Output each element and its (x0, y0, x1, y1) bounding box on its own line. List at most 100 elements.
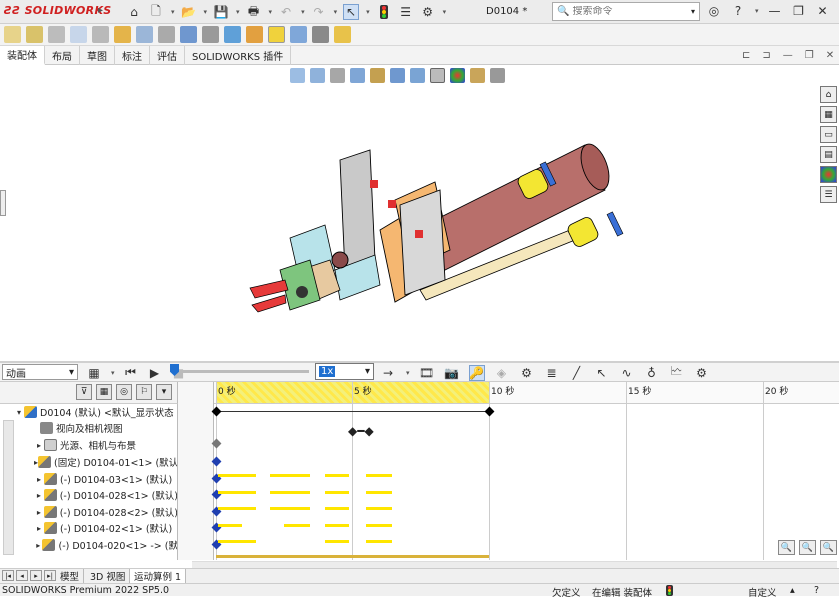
home-icon[interactable]: ⌂ (126, 4, 142, 20)
reference-geometry-icon[interactable] (202, 26, 219, 43)
tab-motion-study[interactable]: 运动算例 1 (130, 569, 187, 583)
units-dropdown-icon[interactable]: ▴ (790, 585, 795, 596)
expand-arrow-icon[interactable]: ▾ (14, 408, 24, 417)
filter-driving-icon[interactable]: ▦ (96, 384, 112, 400)
status-units[interactable]: 自定义 (748, 585, 777, 599)
print-icon[interactable]: 🖶 (246, 4, 262, 20)
save-dropdown-icon[interactable]: ▾ (236, 8, 240, 16)
new-motion-study-icon[interactable] (224, 26, 241, 43)
tab-layout[interactable]: 布局 (45, 46, 80, 65)
change-bar[interactable] (325, 474, 349, 477)
motor-icon[interactable]: ⚙ (519, 365, 535, 381)
appearances-icon[interactable] (820, 166, 837, 183)
force-icon[interactable]: ↖ (594, 365, 610, 381)
study-type-select[interactable]: 动画 ▾ (2, 364, 78, 380)
dynamic-annotation-icon[interactable] (370, 68, 385, 83)
doc-minimize-icon[interactable]: — (783, 50, 793, 61)
edit-appearance-icon[interactable] (450, 68, 465, 83)
edit-component-icon[interactable] (4, 26, 21, 43)
change-bar[interactable] (366, 524, 392, 527)
expand-arrow-icon[interactable]: ▸ (34, 441, 44, 450)
update-speedpak-icon[interactable] (312, 26, 329, 43)
change-bar[interactable] (218, 507, 256, 510)
change-bar[interactable] (325, 524, 349, 527)
tab-3d-views[interactable]: 3D 视图 (86, 569, 131, 583)
save-animation-icon[interactable]: 🎞 (419, 365, 435, 381)
gravity-icon[interactable]: ♁ (644, 365, 660, 381)
save-icon[interactable]: 💾 (213, 4, 229, 20)
doc-restore-icon[interactable]: ❐ (805, 50, 814, 61)
doc-close-icon[interactable]: ✕ (826, 50, 834, 61)
expand-arrow-icon[interactable]: ▸ (34, 475, 44, 484)
search-input[interactable] (572, 6, 683, 17)
change-bar[interactable] (218, 524, 242, 527)
contact-icon[interactable]: ∿ (619, 365, 635, 381)
insert-component-icon[interactable] (26, 26, 43, 43)
filter-arrow-icon[interactable]: ▾ (156, 384, 172, 400)
instant3d-icon[interactable] (290, 26, 307, 43)
section-view-icon[interactable] (350, 68, 365, 83)
apply-scene-icon[interactable] (470, 68, 485, 83)
redo-dropdown-icon[interactable]: ▾ (334, 8, 338, 16)
spring-icon[interactable]: ≣ (544, 365, 560, 381)
play-from-start-icon[interactable]: ⏮ (123, 365, 139, 381)
solidworks-logo[interactable]: ƧƧ SOLIDWORKS (4, 4, 112, 17)
filter-results-icon[interactable]: ⚐ (136, 384, 152, 400)
time-cursor-handle-icon[interactable]: ◆━◆ (348, 424, 374, 438)
change-bar[interactable] (218, 491, 256, 494)
expand-arrow-icon[interactable]: ▸ (34, 524, 44, 533)
tree-row-part[interactable]: ▸ (-) D0104-020<1> -> (默 (0, 537, 177, 553)
playback-mode-dropdown-icon[interactable]: ▾ (406, 369, 410, 377)
component-preview-icon[interactable] (70, 26, 87, 43)
show-hidden-icon[interactable] (158, 26, 175, 43)
tree-row-part[interactable]: ▸ (固定) D0104-01<1> (默认) (0, 454, 177, 470)
expand-arrow-icon[interactable]: ▸ (34, 541, 42, 550)
change-bar[interactable] (366, 507, 392, 510)
hide-show-items-icon[interactable] (430, 68, 445, 83)
exploded-view-icon[interactable] (268, 26, 285, 43)
bill-of-materials-icon[interactable] (246, 26, 263, 43)
feature-manager-collapse-handle[interactable] (0, 190, 6, 216)
assembly-3d-model[interactable] (240, 120, 660, 330)
select-dropdown-icon[interactable]: ▾ (366, 8, 370, 16)
smart-fasteners-icon[interactable] (114, 26, 131, 43)
redo-icon[interactable]: ↷ (311, 4, 327, 20)
linear-pattern-icon[interactable] (92, 26, 109, 43)
motion-study-properties-icon[interactable]: ⚙ (694, 365, 710, 381)
file-properties-icon[interactable]: ☰ (398, 4, 414, 20)
change-bar[interactable] (218, 474, 256, 477)
damper-icon[interactable]: ╱ (569, 365, 585, 381)
new-dropdown-icon[interactable]: ▾ (171, 8, 175, 16)
change-bar[interactable] (284, 524, 310, 527)
prev-tab-icon[interactable]: ◂ (16, 570, 28, 581)
zoom-in-timeline-icon[interactable]: 🔍 (799, 540, 816, 555)
tree-scrollbar[interactable] (3, 420, 14, 555)
change-bar[interactable] (270, 507, 310, 510)
play-icon[interactable]: ▶ (147, 365, 163, 381)
tree-row-assembly[interactable]: ▾ D0104 (默认) <默认_显示状态 (0, 404, 177, 420)
undo-icon[interactable]: ↶ (278, 4, 294, 20)
playback-speed-select[interactable]: 1x ▾ (315, 363, 374, 380)
search-box[interactable]: 🔍 ▾ (552, 2, 700, 21)
zoom-to-fit-icon[interactable] (290, 68, 305, 83)
change-bar[interactable] (218, 540, 256, 543)
assembly-features-icon[interactable] (180, 26, 197, 43)
view-palette-icon[interactable]: ▤ (820, 146, 837, 163)
change-bar[interactable] (270, 474, 310, 477)
timeline-area[interactable] (214, 382, 839, 560)
undo-dropdown-icon[interactable]: ▾ (301, 8, 305, 16)
logo-menu-arrow-icon[interactable]: ▸ (98, 5, 103, 16)
tab-sketch[interactable]: 草图 (80, 46, 115, 65)
last-tab-icon[interactable]: ▸| (44, 570, 56, 581)
tab-addins[interactable]: SOLIDWORKS 插件 (185, 46, 292, 65)
change-bar[interactable] (325, 507, 349, 510)
change-bar[interactable] (270, 491, 310, 494)
solidworks-resources-icon[interactable]: ⌂ (820, 86, 837, 103)
print-dropdown-icon[interactable]: ▾ (269, 8, 273, 16)
calculate-dropdown-icon[interactable]: ▾ (111, 369, 115, 377)
design-library-icon[interactable]: ▦ (820, 106, 837, 123)
change-bar[interactable] (366, 491, 392, 494)
status-help-icon[interactable]: ? (814, 585, 819, 596)
tree-row-views[interactable]: 视向及相机视图 (0, 420, 177, 436)
display-style-icon[interactable] (410, 68, 425, 83)
